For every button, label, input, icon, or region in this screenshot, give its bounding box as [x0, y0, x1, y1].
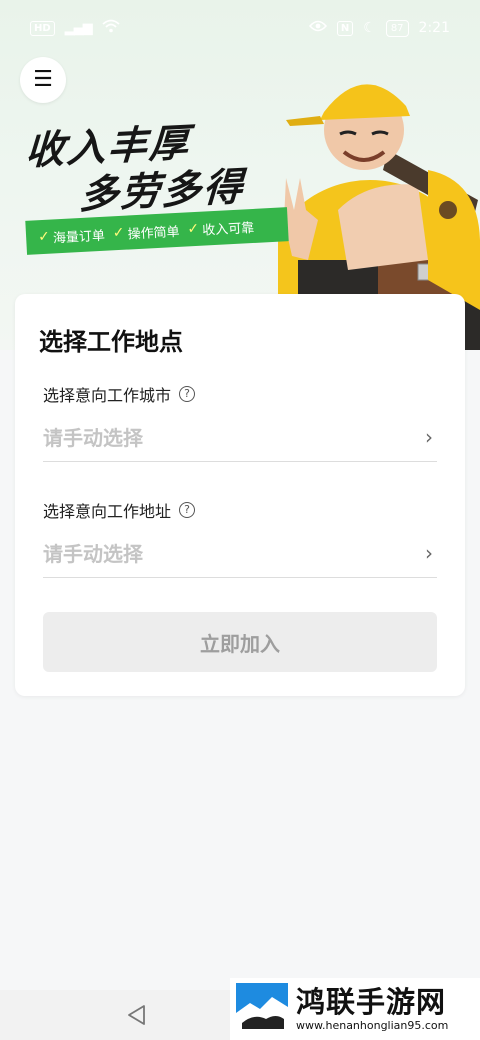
- feature-tag-label: 海量订单: [52, 228, 106, 246]
- chevron-right-icon: ›: [425, 540, 433, 565]
- watermark-name: 鸿联手游网: [296, 985, 447, 1019]
- city-placeholder: 请手动选择: [43, 426, 143, 450]
- feature-tags: ✓ 海量订单 ✓ 操作简单 ✓ 收入可靠: [25, 207, 289, 255]
- join-button[interactable]: 立即加入: [43, 612, 437, 672]
- feature-tag-label: 操作简单: [127, 224, 180, 243]
- back-nav-icon[interactable]: [124, 1003, 150, 1027]
- address-label-row: 选择意向工作地址 ?: [43, 498, 196, 522]
- battery-icon: 87: [385, 19, 409, 37]
- status-bar: HD ▂▄▆ N ☾ 87 2:21: [0, 0, 480, 56]
- wifi-icon: [102, 19, 120, 37]
- eye-icon: [308, 20, 327, 36]
- work-location-card: 选择工作地点 选择意向工作城市 ? 请手动选择 › 选择意向工作地址 ? 请手动…: [15, 294, 465, 696]
- status-time: 2:21: [418, 20, 450, 36]
- moon-icon: ☾: [363, 20, 376, 36]
- feature-tag: ✓ 收入可靠: [187, 216, 255, 238]
- feature-tag: ✓ 海量订单: [38, 224, 106, 246]
- signal-icon: ▂▄▆: [64, 20, 93, 36]
- feature-tag-label: 收入可靠: [201, 220, 255, 239]
- watermark: 鸿联手游网 www.henanhonglian95.com: [230, 978, 480, 1040]
- help-icon[interactable]: ?: [179, 386, 196, 402]
- city-label: 选择意向工作城市: [43, 386, 172, 405]
- menu-button[interactable]: ☰: [20, 57, 66, 103]
- check-icon: ✓: [187, 220, 200, 238]
- address-picker[interactable]: 请手动选择 ›: [43, 528, 437, 578]
- city-picker[interactable]: 请手动选择 ›: [43, 412, 437, 462]
- menu-icon: ☰: [33, 67, 53, 92]
- chevron-right-icon: ›: [425, 424, 433, 449]
- card-title: 选择工作地点: [39, 328, 183, 356]
- watermark-logo: [236, 983, 288, 1035]
- watermark-url: www.henanhonglian95.com: [296, 1019, 449, 1032]
- nfc-icon: N: [336, 20, 354, 36]
- help-icon[interactable]: ?: [179, 502, 196, 518]
- city-label-row: 选择意向工作城市 ?: [43, 382, 196, 406]
- hd-chip: HD: [30, 20, 55, 36]
- check-icon: ✓: [37, 228, 51, 246]
- address-label: 选择意向工作地址: [43, 502, 172, 521]
- address-placeholder: 请手动选择: [43, 542, 143, 566]
- check-icon: ✓: [112, 224, 125, 242]
- feature-tag: ✓ 操作简单: [112, 220, 180, 242]
